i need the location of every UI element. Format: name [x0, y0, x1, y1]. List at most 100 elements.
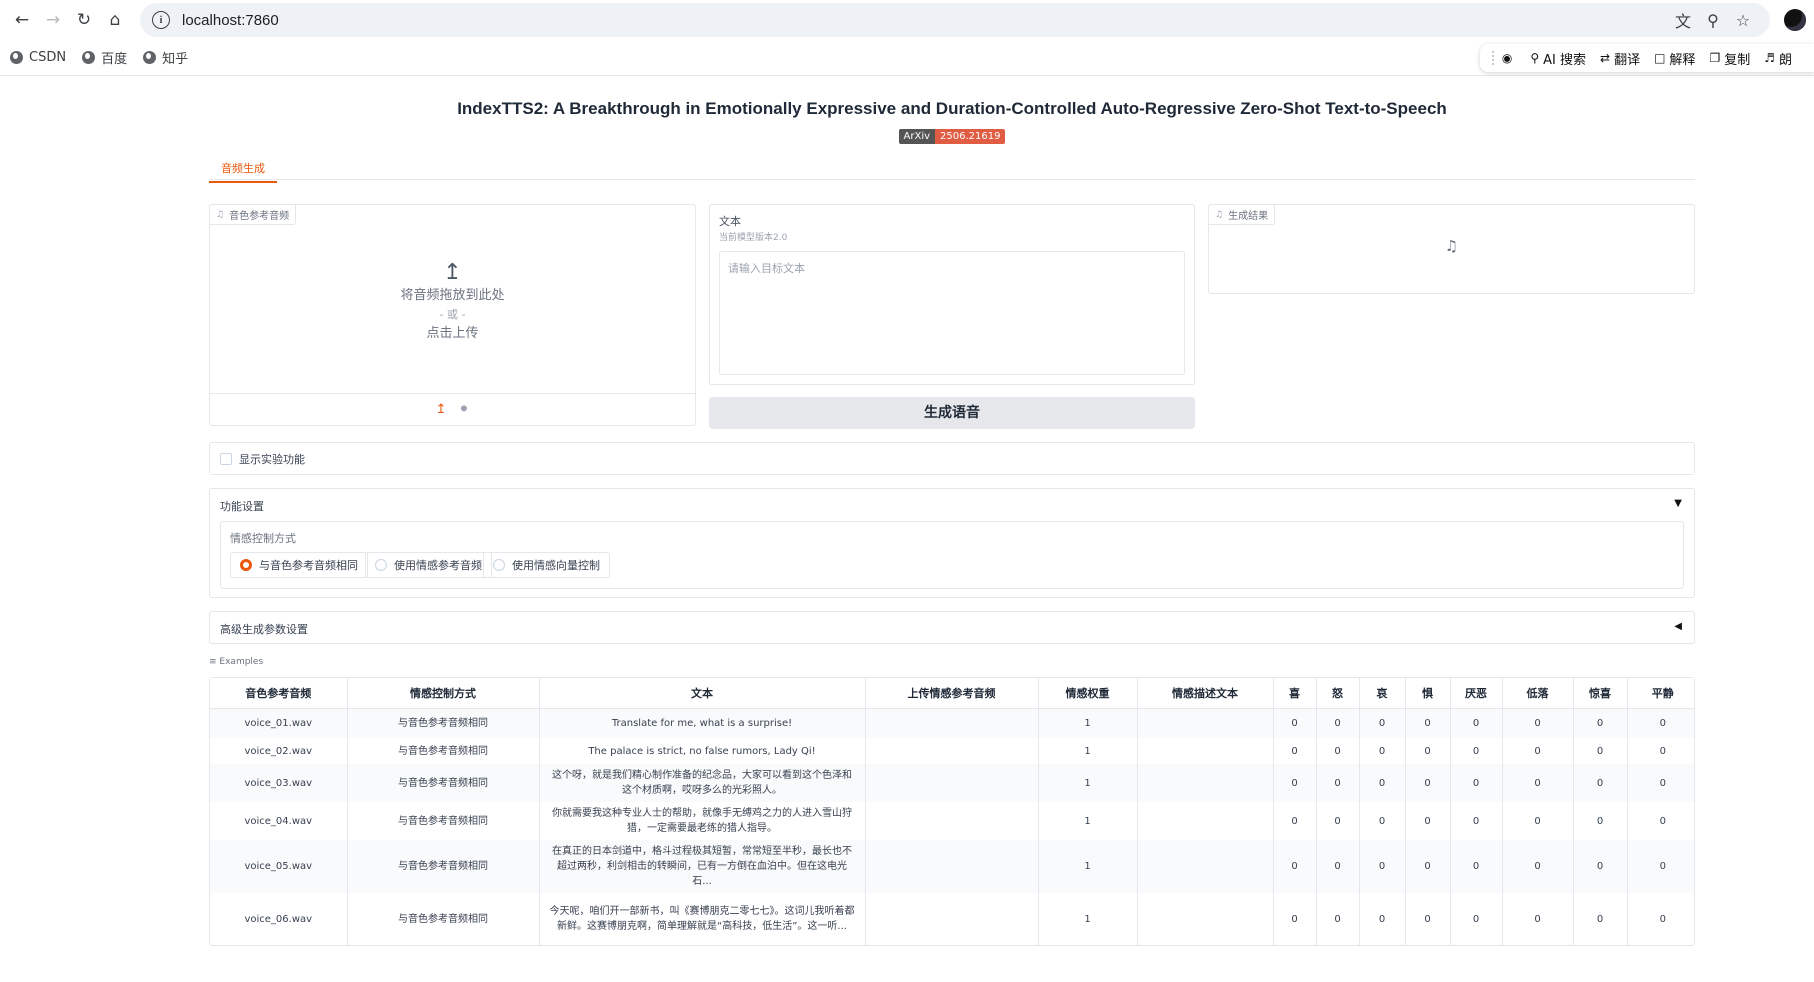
music-note-icon: ♫: [1215, 209, 1224, 220]
table-cell: 0: [1405, 893, 1451, 945]
table-cell: 1: [1038, 708, 1138, 738]
table-cell: 0: [1659, 745, 1666, 757]
table-cell: voice_06.wav: [210, 893, 348, 945]
read-aloud-button[interactable]: ♬ 朗: [1764, 49, 1792, 68]
forward-icon[interactable]: →: [39, 6, 67, 34]
table-cell: [1137, 764, 1274, 802]
ref-audio-label-text: 音色参考音频: [229, 211, 290, 222]
table-cell: 0: [1573, 802, 1628, 840]
generate-button[interactable]: 生成语音: [709, 397, 1195, 429]
reload-icon[interactable]: ↻: [70, 6, 98, 34]
bookmark-star-icon[interactable]: ☆: [1728, 11, 1758, 30]
table-cell: 0: [1502, 764, 1574, 802]
table-cell: 0: [1627, 764, 1694, 802]
table-cell: voice_02.wav: [210, 738, 348, 764]
profile-avatar[interactable]: [1784, 9, 1806, 31]
arxiv-badge[interactable]: ArXiv 2506.21619: [898, 129, 1006, 144]
table-cell: 0: [1450, 840, 1503, 893]
table-cell: [865, 738, 1039, 764]
table-cell: 0: [1502, 802, 1574, 840]
radio-option-emotion-vector[interactable]: 使用情感向量控制: [483, 552, 610, 578]
expand-arrow-icon[interactable]: ◀: [1674, 621, 1682, 632]
radio-option-same-as-ref[interactable]: 与音色参考音频相同: [230, 552, 368, 578]
upload-dropzone[interactable]: ↥ 将音频拖放到此处 - 或 - 点击上传: [210, 260, 695, 343]
explain-button[interactable]: □ 解释: [1654, 49, 1695, 68]
table-cell: 0: [1659, 815, 1666, 827]
ai-search-button[interactable]: ⚲ AI 搜索: [1530, 49, 1586, 68]
radio-unselected-icon: [493, 559, 505, 571]
column-header: 平静: [1627, 678, 1694, 709]
table-cell: 0: [1627, 708, 1694, 738]
table-row[interactable]: voice_02.wav 与音色参考音频相同 The palace is stric…: [210, 738, 1694, 764]
table-row[interactable]: voice_04.wav 与音色参考音频相同 你就需要我这种专业人士的帮助，就像手无…: [210, 802, 1694, 840]
table-cell: 0: [1273, 738, 1317, 764]
model-version-info: 当前模型版本2.0: [719, 233, 788, 243]
table-cell: 0: [1273, 893, 1317, 945]
url-text[interactable]: localhost:7860: [182, 12, 1668, 29]
read-aloud-label: 朗: [1778, 52, 1792, 68]
table-cell: Translate for me, what is a surprise!: [539, 708, 866, 738]
address-bar[interactable]: i localhost:7860 文 ⚲ ☆: [140, 3, 1770, 37]
table-cell: 与音色参考音频相同: [347, 802, 540, 840]
feature-settings-title[interactable]: 功能设置: [220, 498, 264, 514]
copy-label: 复制: [1724, 52, 1751, 68]
table-cell: 1: [1038, 840, 1138, 893]
bookmark-baidu[interactable]: 百度: [82, 48, 127, 67]
examples-table: 音色参考音频 情感控制方式 文本 上传情感参考音频 情感权重 情感描述文本 喜 …: [209, 677, 1695, 946]
extension-logo-icon[interactable]: ◉: [1502, 51, 1516, 65]
table-cell: 1: [1038, 802, 1138, 840]
radio-option-emotion-ref[interactable]: 使用情感参考音频: [365, 552, 492, 578]
ref-audio-upload[interactable]: ♫ 音色参考音频 ↥ 将音频拖放到此处 - 或 - 点击上传 ↥ ⚫: [209, 204, 696, 426]
home-icon[interactable]: ⌂: [101, 6, 129, 34]
emotion-control-label: 情感控制方式: [230, 532, 296, 545]
table-cell: 0: [1359, 840, 1406, 893]
bookmark-label: 知乎: [162, 52, 189, 67]
table-cell: 0: [1573, 764, 1628, 802]
result-label-text: 生成结果: [1228, 211, 1269, 222]
table-row[interactable]: voice_01.wav 与音色参考音频相同 Translate for me, w…: [210, 708, 1694, 738]
gradio-app: IndexTTS2: A Breakthrough in Emotionally…: [209, 77, 1695, 946]
book-icon: □: [1654, 51, 1666, 65]
table-cell: 1: [1038, 738, 1138, 764]
bookmark-zhihu[interactable]: 知乎: [143, 48, 188, 67]
table-row[interactable]: voice_05.wav 与音色参考音频相同 在真正的日本剑道中，格斗过程极其短暂，…: [210, 840, 1694, 893]
translate-button[interactable]: ⇄ 翻译: [1600, 49, 1640, 68]
table-cell: 0: [1359, 738, 1406, 764]
table-cell: [1137, 802, 1274, 840]
bookmark-csdn[interactable]: CSDN: [10, 50, 66, 65]
translate-page-icon[interactable]: 文: [1668, 8, 1698, 32]
target-text-input[interactable]: 请输入目标文本: [719, 251, 1185, 375]
column-header: 情感权重: [1038, 678, 1138, 709]
radio-label: 使用情感参考音频: [394, 559, 482, 572]
ai-search-label: AI 搜索: [1543, 52, 1586, 68]
experimental-checkbox[interactable]: [220, 453, 232, 465]
globe-icon: [143, 51, 157, 64]
site-info-icon[interactable]: i: [152, 11, 170, 29]
text-input-panel: 文本 当前模型版本2.0 请输入目标文本: [709, 204, 1195, 385]
copy-button[interactable]: ❐ 复制: [1709, 49, 1750, 68]
browser-toolbar: ← → ↻ ⌂ i localhost:7860 文 ⚲ ☆: [0, 0, 1814, 40]
advanced-settings-title[interactable]: 高级生成参数设置: [220, 621, 308, 637]
table-cell: [865, 893, 1039, 945]
microphone-icon[interactable]: ⚫: [459, 402, 470, 417]
table-row[interactable]: voice_03.wav 与音色参考音频相同 这个呀，就是我们精心制作准备的纪念品，…: [210, 764, 1694, 802]
back-icon[interactable]: ←: [8, 6, 36, 34]
ai-search-icon: ⚲: [1530, 51, 1540, 65]
table-cell: 0: [1316, 738, 1360, 764]
column-header: 厌恶: [1450, 678, 1503, 709]
advanced-settings-accordion[interactable]: 高级生成参数设置 ◀: [209, 611, 1695, 644]
tab-bar: 音频生成: [209, 156, 1695, 183]
table-cell: 与音色参考音频相同: [347, 840, 540, 893]
drag-handle-icon[interactable]: [1491, 51, 1494, 65]
table-row[interactable]: voice_06.wav 与音色参考音频相同 今天呢，咱们开一部新书，叫《赛博朋克二…: [210, 893, 1694, 945]
column-header: 怒: [1316, 678, 1360, 709]
column-header: 惧: [1405, 678, 1451, 709]
experimental-label[interactable]: 显示实验功能: [239, 451, 305, 467]
collapse-arrow-icon[interactable]: ▼: [1674, 498, 1682, 509]
table-cell: 0: [1405, 802, 1451, 840]
zoom-icon[interactable]: ⚲: [1698, 11, 1728, 30]
upload-source-icon[interactable]: ↥: [436, 402, 447, 417]
table-cell: 0: [1316, 764, 1360, 802]
table-cell: 0: [1502, 708, 1574, 738]
tab-audio-generation[interactable]: 音频生成: [209, 156, 277, 183]
